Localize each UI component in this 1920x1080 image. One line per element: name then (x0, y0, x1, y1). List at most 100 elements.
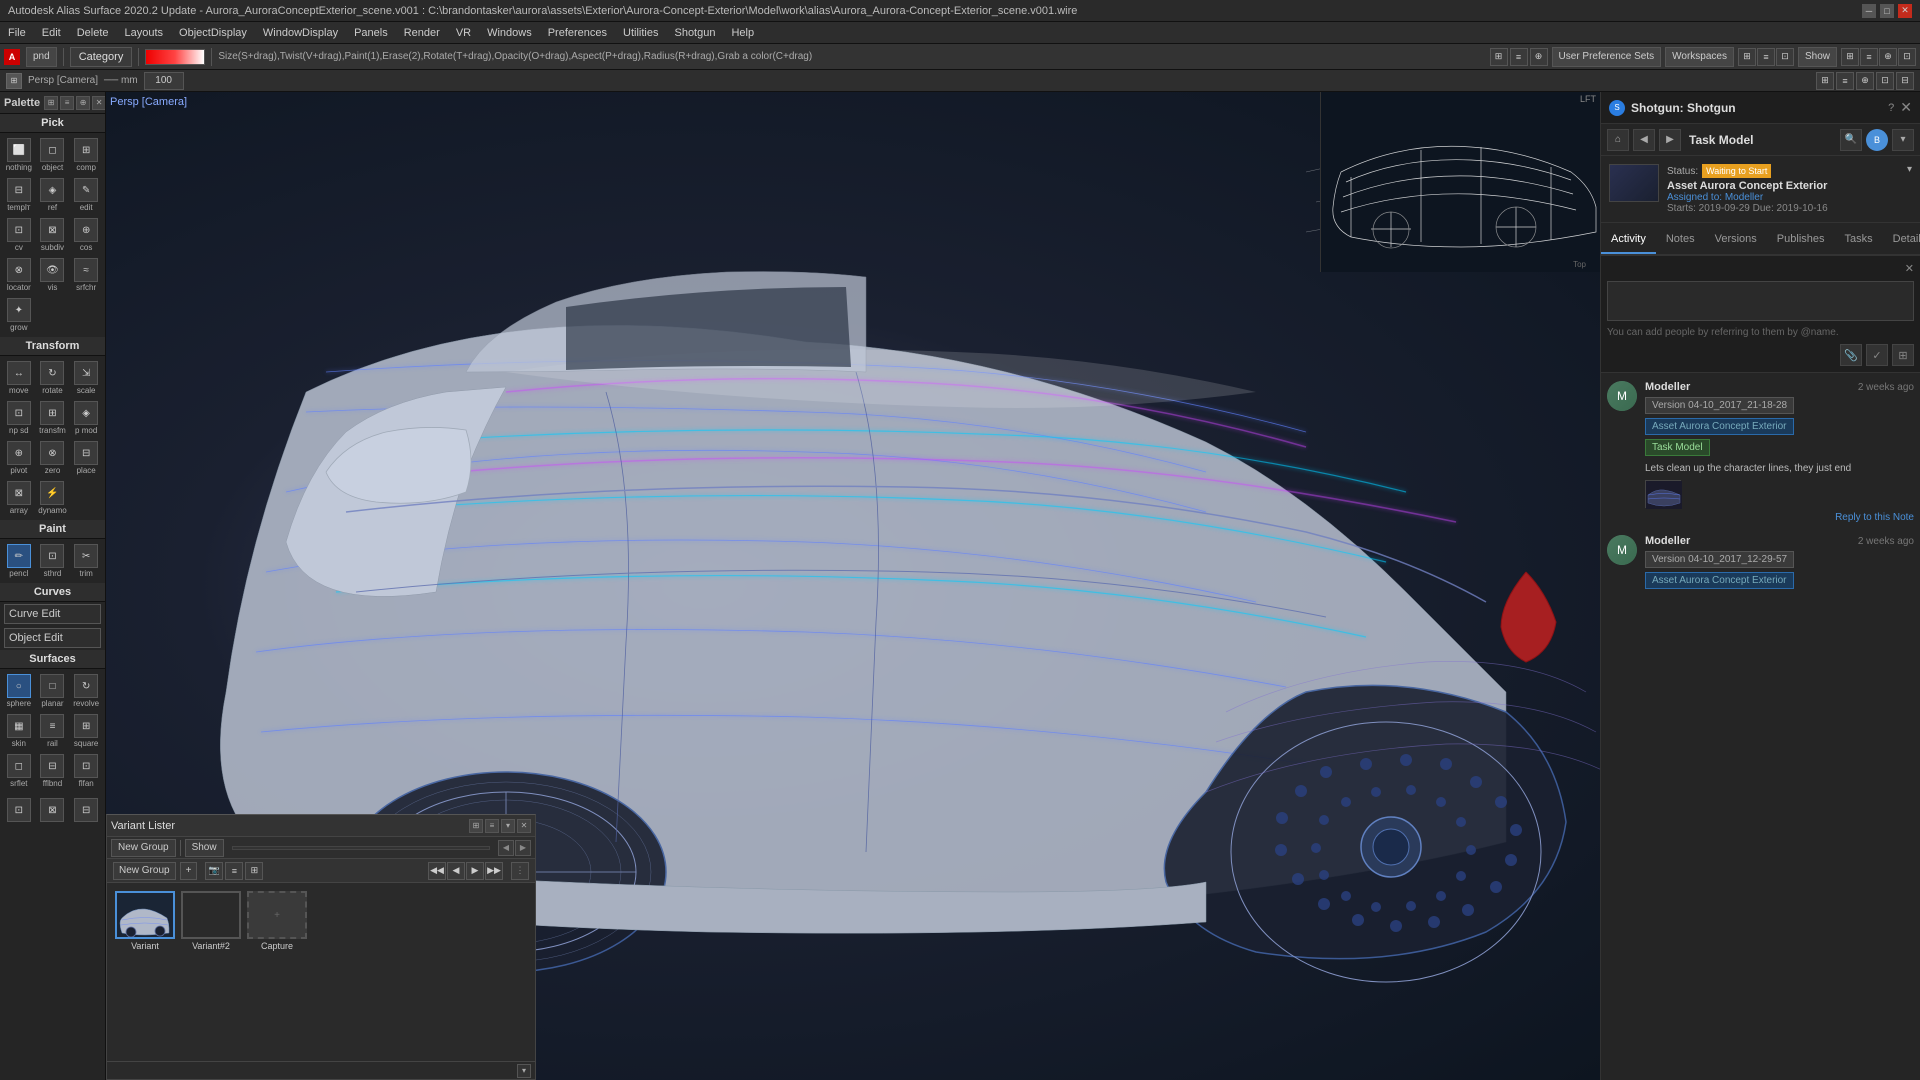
tool-cv[interactable]: ⊡cv (3, 216, 35, 254)
tool-locator[interactable]: ⊗locator (3, 256, 35, 294)
variant-panel-expand[interactable]: ⊞ (469, 819, 483, 833)
tool-np-sd[interactable]: ⊡np sd (3, 399, 35, 437)
sg-tab-versions[interactable]: Versions (1705, 226, 1767, 254)
tool-extra-3[interactable]: ⊟ (70, 796, 102, 825)
menu-shotgun[interactable]: Shotgun (666, 22, 723, 44)
zoom-value[interactable]: 100 (144, 72, 184, 90)
tool-extra-1[interactable]: ⊡ (3, 796, 35, 825)
shotgun-help-button[interactable]: ? (1888, 102, 1894, 114)
viewport-3d[interactable]: Persp [Camera] (106, 92, 1600, 1080)
menu-objectdisplay[interactable]: ObjectDisplay (171, 22, 255, 44)
sg-tab-notes[interactable]: Notes (1656, 226, 1705, 254)
sg-nav-back[interactable]: ◀ (1633, 129, 1655, 151)
menu-preferences[interactable]: Preferences (540, 22, 615, 44)
variant-item-1[interactable]: Variant (115, 891, 175, 1053)
sg-menu-button[interactable]: ▾ (1892, 129, 1914, 151)
shotgun-close-button[interactable]: ✕ (1900, 99, 1912, 116)
group-icon-camera[interactable]: 📷 (205, 862, 223, 880)
tool-ref[interactable]: ◈ref (37, 176, 69, 214)
toolbar-icon-r3[interactable]: ⊡ (1776, 48, 1794, 66)
variant-collapse[interactable]: ▾ (517, 1064, 531, 1078)
workspaces-button[interactable]: Workspaces (1665, 47, 1734, 67)
new-group-button[interactable]: New Group (111, 839, 176, 857)
menu-edit[interactable]: Edit (34, 22, 69, 44)
menu-utilities[interactable]: Utilities (615, 22, 666, 44)
toolbar-icon-end2[interactable]: ≡ (1860, 48, 1878, 66)
show-button[interactable]: Show (1798, 47, 1837, 67)
section-pick[interactable]: Pick (0, 114, 105, 133)
tool-nothing[interactable]: ⬜nothing (3, 136, 35, 174)
sg-checkmark-icon[interactable]: ✓ (1866, 344, 1888, 366)
tool-square[interactable]: ⊞square (70, 712, 102, 750)
toolbar-icon-3[interactable]: ⊕ (1530, 48, 1548, 66)
sg-input-area[interactable] (1607, 281, 1914, 321)
tool-rail[interactable]: ≡rail (37, 712, 69, 750)
group-icon-layers[interactable]: ⊞ (245, 862, 263, 880)
tool-array[interactable]: ⊠array (3, 479, 35, 517)
color-swatch[interactable] (145, 49, 205, 65)
tool-vis[interactable]: 👁vis (37, 256, 69, 294)
palette-btn-close[interactable]: ✕ (92, 96, 106, 110)
tool-pencl[interactable]: ✏pencl (3, 542, 35, 580)
tool-fflbnd[interactable]: ⊟fflbnd (37, 752, 69, 790)
show-button-vp[interactable]: Show (185, 839, 224, 857)
new-group-name-button[interactable]: New Group (113, 862, 176, 880)
tool-comp[interactable]: ⊞comp (70, 136, 102, 174)
vp-toolbar-icon-1[interactable]: ◀ (498, 840, 514, 856)
tool-scale[interactable]: ⇲scale (70, 359, 102, 397)
tool-pivot[interactable]: ⊕pivot (3, 439, 35, 477)
variant-scrollbar[interactable] (232, 846, 490, 850)
variant-item-capture[interactable]: + Capture (247, 891, 307, 1053)
vp-toolbar-icon-2[interactable]: ▶ (515, 840, 531, 856)
menu-windowdisplay[interactable]: WindowDisplay (255, 22, 346, 44)
tool-edit[interactable]: ✎edit (70, 176, 102, 214)
menu-vr[interactable]: VR (448, 22, 479, 44)
tool-place[interactable]: ⊟place (70, 439, 102, 477)
tool-sphere[interactable]: ○sphere (3, 672, 35, 710)
tool-templ[interactable]: ⊟templт (3, 176, 35, 214)
variant-panel-close[interactable]: ✕ (517, 819, 531, 833)
palette-btn-1[interactable]: ⊞ (44, 96, 58, 110)
tool-skin[interactable]: ▦skin (3, 712, 35, 750)
menu-panels[interactable]: Panels (346, 22, 396, 44)
category-button[interactable]: Category (70, 47, 133, 67)
menu-render[interactable]: Render (396, 22, 448, 44)
group-icon-list[interactable]: ≡ (225, 862, 243, 880)
tool-trim[interactable]: ✂trim (70, 542, 102, 580)
tool-sthrd[interactable]: ⊡sthrd (37, 542, 69, 580)
sg-nav-play[interactable]: ▶ (1659, 129, 1681, 151)
sg-tab-activity[interactable]: Activity (1601, 226, 1656, 254)
tool-zero[interactable]: ⊗zero (37, 439, 69, 477)
palette-btn-2[interactable]: ≡ (60, 96, 74, 110)
tb2-icon-1[interactable]: ⊞ (1816, 72, 1834, 90)
close-button[interactable]: ✕ (1898, 4, 1912, 18)
tool-srflet[interactable]: ◻srflet (3, 752, 35, 790)
tb2-icon-2[interactable]: ≡ (1836, 72, 1854, 90)
sg-tab-tasks[interactable]: Tasks (1835, 226, 1883, 254)
toolbar-icon-2[interactable]: ≡ (1510, 48, 1528, 66)
palette-btn-3[interactable]: ⊕ (76, 96, 90, 110)
section-surfaces[interactable]: Surfaces (0, 650, 105, 669)
sg-attach-icon[interactable]: 📎 (1840, 344, 1862, 366)
user-pref-sets-button[interactable]: User Preference Sets (1552, 47, 1662, 67)
tool-flfan[interactable]: ⊡flfan (70, 752, 102, 790)
menu-windows[interactable]: Windows (479, 22, 540, 44)
mini-viewport[interactable]: Top LFT (1320, 92, 1600, 272)
sg-tab-details[interactable]: Details (1883, 226, 1920, 254)
toolbar-icon-end1[interactable]: ⊞ (1841, 48, 1859, 66)
tool-extra-2[interactable]: ⊠ (37, 796, 69, 825)
variant-panel-header[interactable]: Variant Lister ⊞ ≡ ▾ ✕ (107, 815, 535, 837)
sg-nav-home[interactable]: ⌂ (1607, 129, 1629, 151)
add-variant-button[interactable]: + (180, 862, 198, 880)
tb2-icon-3[interactable]: ⊕ (1856, 72, 1874, 90)
tool-dynamo[interactable]: ⚡dynamo (37, 479, 69, 517)
object-edit-button[interactable]: Object Edit (4, 628, 101, 648)
nav-prev[interactable]: ◀ (447, 862, 465, 880)
tb2-icon-5[interactable]: ⊟ (1896, 72, 1914, 90)
menu-delete[interactable]: Delete (69, 22, 117, 44)
tool-p-mod[interactable]: ◈p mod (70, 399, 102, 437)
nav-start[interactable]: ◀◀ (428, 862, 446, 880)
curve-edit-button[interactable]: Curve Edit (4, 604, 101, 624)
section-paint[interactable]: Paint (0, 520, 105, 539)
tool-subdiv[interactable]: ⊠subdiv (37, 216, 69, 254)
